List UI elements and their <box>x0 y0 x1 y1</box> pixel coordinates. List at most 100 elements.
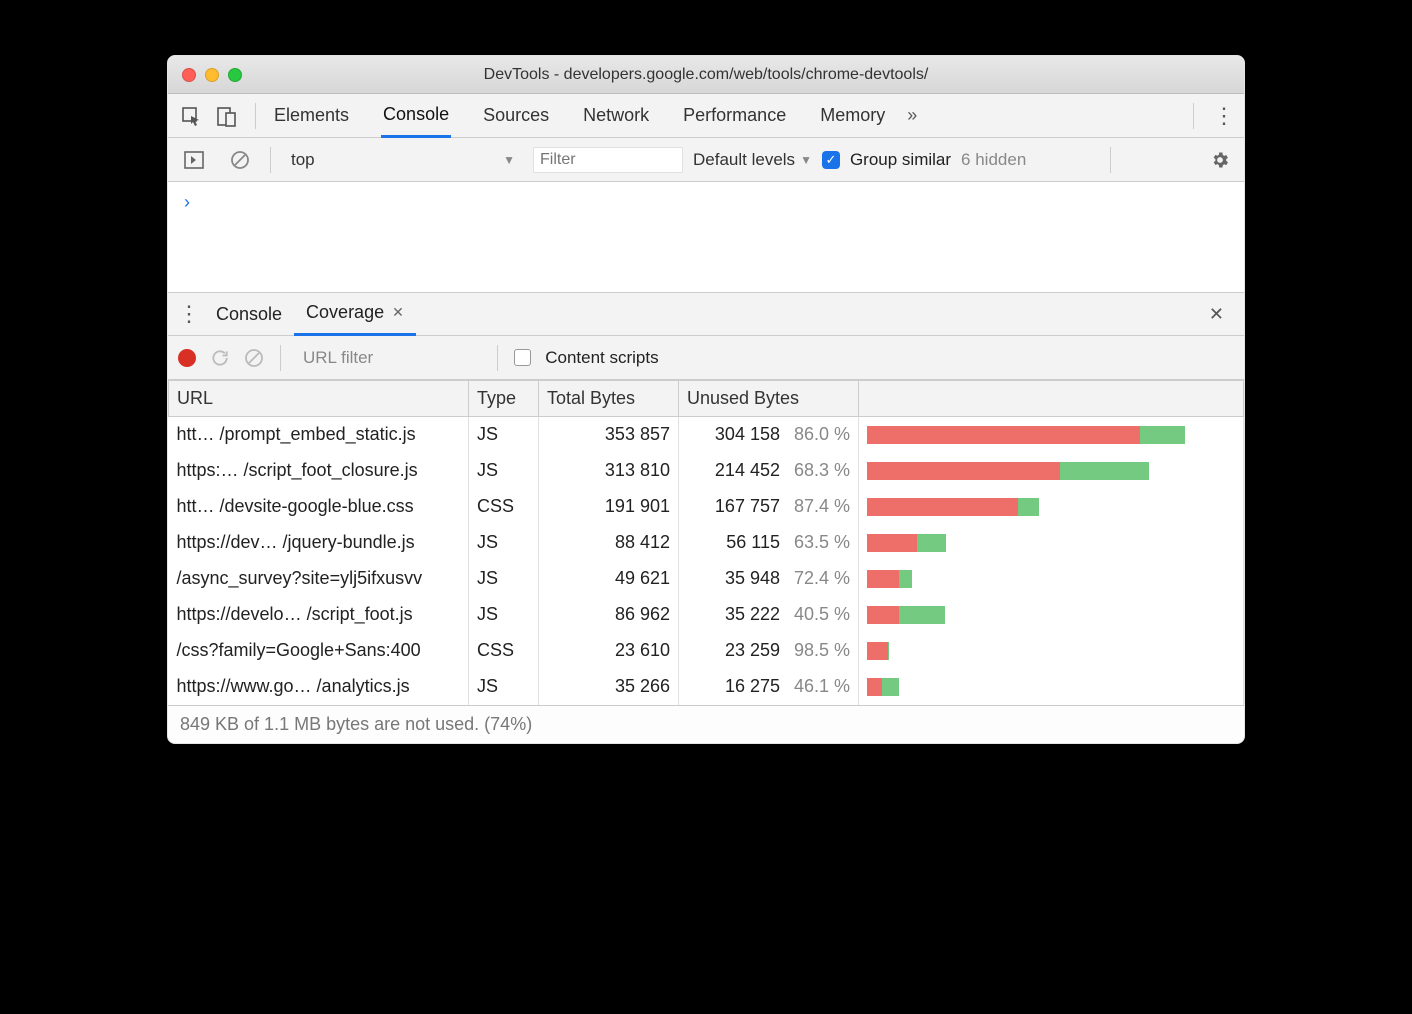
cell-type: CSS <box>469 633 539 669</box>
unused-percent: 72.4 % <box>790 568 850 589</box>
devtools-window: DevTools - developers.google.com/web/too… <box>167 55 1245 744</box>
clear-coverage-icon[interactable] <box>244 348 264 368</box>
tab-memory[interactable]: Memory <box>818 94 887 138</box>
execution-context-selector[interactable]: top ▼ <box>283 146 523 174</box>
unused-bytes-value: 56 115 <box>726 532 780 553</box>
header-type[interactable]: Type <box>469 381 539 417</box>
main-tabs: Elements Console Sources Network Performance… <box>272 94 887 138</box>
chevron-down-icon: ▼ <box>503 153 515 167</box>
usage-bar <box>867 570 912 588</box>
header-total[interactable]: Total Bytes <box>539 381 679 417</box>
log-levels-selector[interactable]: Default levels ▼ <box>693 150 812 170</box>
bar-unused-segment <box>867 534 917 552</box>
cell-unused-bytes: 167 75787.4 % <box>679 489 859 525</box>
usage-bar <box>867 642 888 660</box>
divider <box>497 345 498 371</box>
tab-sources[interactable]: Sources <box>481 94 551 138</box>
unused-percent: 68.3 % <box>790 460 850 481</box>
header-unused[interactable]: Unused Bytes <box>679 381 859 417</box>
bar-unused-segment <box>867 570 899 588</box>
traffic-lights <box>168 68 242 82</box>
cell-unused-bytes: 56 11563.5 % <box>679 525 859 561</box>
window-title: DevTools - developers.google.com/web/too… <box>168 66 1244 84</box>
url-filter-input[interactable]: URL filter <box>303 348 373 368</box>
tab-elements[interactable]: Elements <box>272 94 351 138</box>
device-toolbar-icon[interactable] <box>212 101 242 131</box>
drawer-tab-console[interactable]: Console <box>204 292 294 336</box>
minimize-window-button[interactable] <box>205 68 219 82</box>
drawer-tabs: Console Coverage ✕ <box>204 292 416 336</box>
tab-console[interactable]: Console <box>381 94 451 138</box>
bar-used-segment <box>917 534 946 552</box>
kebab-menu-icon[interactable]: ⋮ <box>1204 103 1244 129</box>
unused-bytes-value: 167 757 <box>715 496 780 517</box>
bar-unused-segment <box>867 678 882 696</box>
hidden-messages-count[interactable]: 6 hidden <box>961 150 1026 170</box>
coverage-table: URL Type Total Bytes Unused Bytes htt… /… <box>168 380 1244 705</box>
unused-percent: 86.0 % <box>790 424 850 445</box>
unused-bytes-value: 304 158 <box>715 424 780 445</box>
content-scripts-checkbox[interactable] <box>514 349 531 366</box>
cell-total-bytes: 353 857 <box>539 417 679 453</box>
drawer-tab-label: Console <box>216 304 282 325</box>
show-console-sidebar-icon[interactable] <box>179 145 209 175</box>
cell-usage-bar <box>859 489 1244 525</box>
cell-type: JS <box>469 525 539 561</box>
chevron-down-icon: ▼ <box>800 153 812 167</box>
coverage-summary: 849 KB of 1.1 MB bytes are not used. (74… <box>168 705 1244 743</box>
cell-unused-bytes: 23 25998.5 % <box>679 633 859 669</box>
cell-type: JS <box>469 453 539 489</box>
close-tab-icon[interactable]: ✕ <box>392 304 404 321</box>
cell-unused-bytes: 304 158 86.0 % <box>679 417 859 453</box>
tab-network[interactable]: Network <box>581 94 651 138</box>
console-body[interactable]: › <box>168 182 1244 292</box>
close-window-button[interactable] <box>182 68 196 82</box>
clear-console-icon[interactable] <box>225 145 255 175</box>
unused-percent: 46.1 % <box>790 676 850 697</box>
usage-bar <box>867 534 946 552</box>
cell-unused-bytes: 35 94872.4 % <box>679 561 859 597</box>
table-row[interactable]: /async_survey?site=ylj5ifxusvvJS49 62135… <box>169 561 1244 597</box>
cell-url: htt… /prompt_embed_static.js <box>169 417 469 453</box>
cell-url: htt… /devsite-google-blue.css <box>169 489 469 525</box>
console-settings-icon[interactable] <box>1204 150 1236 170</box>
group-similar-checkbox[interactable]: ✓ <box>822 151 840 169</box>
table-row[interactable]: htt… /prompt_embed_static.jsJS353 857304… <box>169 417 1244 453</box>
cell-usage-bar <box>859 561 1244 597</box>
table-row[interactable]: /css?family=Google+Sans:400CSS23 61023 2… <box>169 633 1244 669</box>
unused-bytes-value: 35 222 <box>725 604 780 625</box>
console-prompt-icon: › <box>184 192 190 212</box>
table-row[interactable]: https://www.go… /analytics.jsJS35 26616 … <box>169 669 1244 705</box>
drawer-tab-label: Coverage <box>306 302 384 323</box>
usage-bar <box>867 678 899 696</box>
table-row[interactable]: htt… /devsite-google-blue.cssCSS191 9011… <box>169 489 1244 525</box>
table-row[interactable]: https://develo… /script_foot.jsJS86 9623… <box>169 597 1244 633</box>
record-button[interactable] <box>178 349 196 367</box>
drawer-tab-coverage[interactable]: Coverage ✕ <box>294 292 416 336</box>
drawer-kebab-icon[interactable]: ⋮ <box>174 301 204 327</box>
divider <box>255 103 256 129</box>
tab-performance[interactable]: Performance <box>681 94 788 138</box>
bar-used-segment <box>882 678 899 696</box>
table-row[interactable]: https://dev… /jquery-bundle.jsJS88 41256… <box>169 525 1244 561</box>
bar-used-segment <box>899 606 945 624</box>
drawer-tabstrip: ⋮ Console Coverage ✕ ✕ <box>168 292 1244 336</box>
table-row[interactable]: https:… /script_foot_closure.jsJS313 810… <box>169 453 1244 489</box>
console-toolbar: top ▼ Default levels ▼ ✓ Group similar 6… <box>168 138 1244 182</box>
context-label: top <box>291 150 315 170</box>
usage-bar <box>867 606 945 624</box>
close-drawer-button[interactable]: ✕ <box>1195 304 1238 325</box>
inspect-element-icon[interactable] <box>176 101 206 131</box>
console-filter-input[interactable] <box>533 147 683 173</box>
bar-unused-segment <box>867 426 1140 444</box>
reload-icon[interactable] <box>210 348 230 368</box>
zoom-window-button[interactable] <box>228 68 242 82</box>
unused-bytes-value: 16 275 <box>725 676 780 697</box>
more-tabs-button[interactable]: » <box>907 105 917 126</box>
header-visualization[interactable] <box>859 381 1244 417</box>
cell-total-bytes: 191 901 <box>539 489 679 525</box>
bar-unused-segment <box>867 462 1060 480</box>
cell-unused-bytes: 35 22240.5 % <box>679 597 859 633</box>
unused-bytes-value: 23 259 <box>725 640 780 661</box>
header-url[interactable]: URL <box>169 381 469 417</box>
